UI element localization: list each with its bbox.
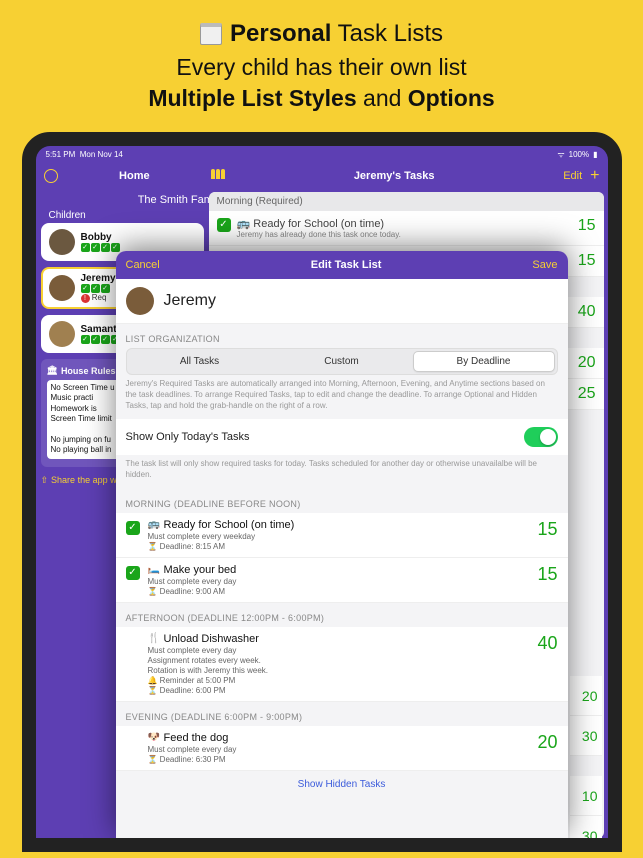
section-label: MORNING (DEADLINE BEFORE NOON) bbox=[116, 489, 568, 513]
hero-line2: Every child has their own list bbox=[0, 54, 643, 81]
checkbox-icon[interactable]: ✓ bbox=[217, 218, 231, 232]
utensils-icon: 🍴 bbox=[148, 633, 160, 645]
edit-button[interactable]: Edit bbox=[563, 170, 582, 182]
children-label: Children bbox=[41, 208, 204, 223]
section-label: LIST ORGANIZATION bbox=[116, 324, 568, 348]
notepad-icon bbox=[200, 23, 222, 45]
bus-icon: 🚌 bbox=[148, 519, 160, 531]
child-name: Jeremy bbox=[164, 292, 216, 310]
section-label: EVENING (DEADLINE 6:00PM - 9:00PM) bbox=[116, 702, 568, 726]
page-title: Jeremy's Tasks bbox=[225, 170, 563, 182]
segmented-control[interactable]: All Tasks Custom By Deadline bbox=[126, 348, 558, 375]
cancel-button[interactable]: Cancel bbox=[126, 259, 160, 271]
modal-title: Edit Task List bbox=[311, 259, 382, 271]
avatar bbox=[49, 229, 75, 255]
help-text: The task list will only show required ta… bbox=[116, 455, 568, 489]
people-icon[interactable] bbox=[211, 169, 225, 183]
task-row[interactable]: ✓ 🚌Ready for School (on time) Must compl… bbox=[116, 513, 568, 558]
clock-icon[interactable] bbox=[44, 169, 58, 183]
task-row[interactable]: ✓ 🚌 Ready for School (on time) Jeremy ha… bbox=[209, 211, 604, 246]
home-title: Home bbox=[58, 170, 212, 182]
add-button[interactable]: + bbox=[590, 167, 599, 185]
tasks-section-header: Morning (Required) bbox=[209, 192, 604, 211]
section-label: AFTERNOON (DEADLINE 12:00PM - 6:00PM) bbox=[116, 603, 568, 627]
seg-by-deadline[interactable]: By Deadline bbox=[414, 352, 554, 371]
status-bar: 5:51 PM Mon Nov 14 ᯤ 100% ▮ bbox=[36, 146, 608, 162]
toggle-row-today[interactable]: Show Only Today's Tasks bbox=[116, 419, 568, 455]
hero: Personal Task Lists Every child has thei… bbox=[0, 0, 643, 112]
task-points: 40 bbox=[537, 633, 557, 654]
show-hidden-button[interactable]: Show Hidden Tasks bbox=[116, 771, 568, 798]
hero-line1: Personal Task Lists bbox=[0, 20, 643, 48]
task-points: 20 bbox=[570, 676, 602, 716]
family-title: The Smith Family bbox=[41, 190, 231, 208]
save-button[interactable]: Save bbox=[532, 259, 557, 271]
child-name: Bobby bbox=[81, 232, 120, 243]
task-row[interactable]: 🍴Unload Dishwasher Must complete every d… bbox=[116, 627, 568, 702]
wifi-icon: ᯤ bbox=[557, 149, 564, 160]
toggle-label: Show Only Today's Tasks bbox=[126, 431, 250, 443]
task-points: 30 bbox=[570, 816, 602, 838]
dog-icon: 🐶 bbox=[148, 732, 160, 744]
edit-task-list-modal: Cancel Edit Task List Save Jeremy LIST O… bbox=[116, 251, 568, 838]
avatar bbox=[49, 321, 75, 347]
task-points: 15 bbox=[537, 564, 557, 585]
child-name: Jeremy bbox=[81, 273, 116, 284]
ipad-frame: 5:51 PM Mon Nov 14 ᯤ 100% ▮ Home Jeremy'… bbox=[22, 132, 622, 852]
modal-header: Cancel Edit Task List Save bbox=[116, 251, 568, 279]
share-icon: ⇧ bbox=[41, 475, 49, 486]
task-points: 15 bbox=[537, 519, 557, 540]
bed-icon: 🛏️ bbox=[148, 564, 160, 576]
checkbox-icon[interactable]: ✓ bbox=[126, 566, 140, 580]
seg-all-tasks[interactable]: All Tasks bbox=[130, 352, 270, 371]
hero-line3: Multiple List Styles and Options bbox=[0, 85, 643, 112]
toggle-switch[interactable] bbox=[524, 427, 558, 447]
avatar bbox=[126, 287, 154, 315]
child-banner: Jeremy bbox=[116, 279, 568, 324]
battery-icon: ▮ bbox=[593, 150, 597, 159]
task-points: 10 bbox=[570, 776, 602, 816]
task-points: 30 bbox=[570, 716, 602, 756]
task-row[interactable]: 🐶Feed the dog Must complete every day ⏳ … bbox=[116, 726, 568, 771]
avatar bbox=[49, 275, 75, 301]
screen: 5:51 PM Mon Nov 14 ᯤ 100% ▮ Home Jeremy'… bbox=[36, 146, 608, 838]
task-row[interactable]: ✓ 🛏️Make your bed Must complete every da… bbox=[116, 558, 568, 603]
task-points: 20 bbox=[537, 732, 557, 753]
top-nav: Home Jeremy's Tasks Edit + bbox=[36, 162, 608, 190]
help-text: Jeremy's Required Tasks are automaticall… bbox=[116, 375, 568, 419]
seg-custom[interactable]: Custom bbox=[272, 352, 412, 371]
checkbox-icon[interactable]: ✓ bbox=[126, 521, 140, 535]
